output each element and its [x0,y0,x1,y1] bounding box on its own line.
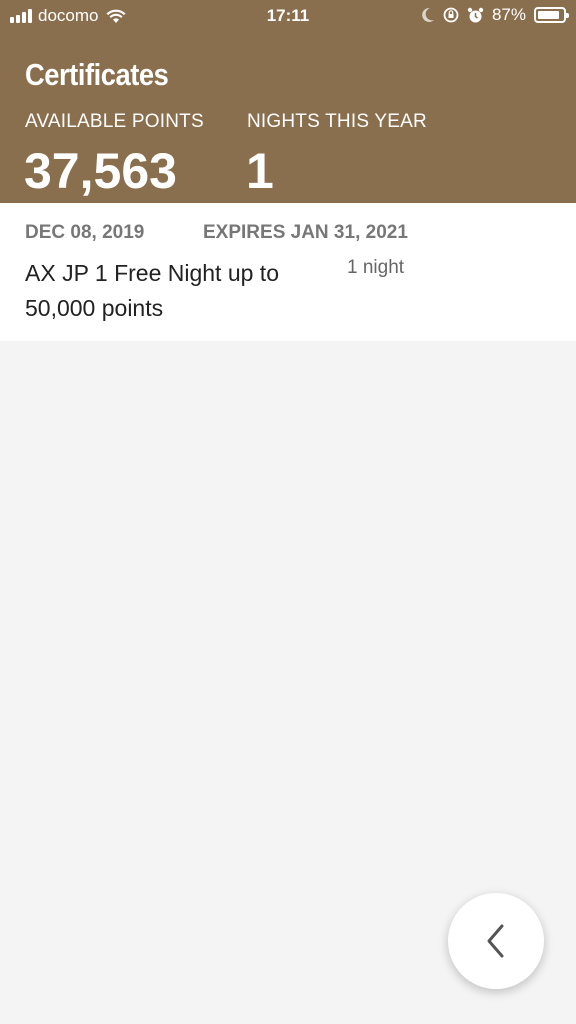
certificate-card[interactable]: DEC 08, 2019 EXPIRES JAN 31, 2021 AX JP … [0,203,576,341]
status-bar-right: 87% [421,5,569,25]
back-button[interactable] [448,893,544,989]
battery-fill [538,11,559,19]
certificate-expires: EXPIRES JAN 31, 2021 [203,222,408,243]
page-title: Certificates [25,57,169,92]
certificate-nights: 1 night [347,257,405,278]
orientation-lock-icon [443,7,459,23]
nights-this-year-value: 1 [246,143,274,199]
certificate-date: DEC 08, 2019 [25,222,145,243]
available-points-label: AVAILABLE POINTS [25,111,204,132]
battery-icon [534,7,569,23]
alarm-icon [467,7,484,22]
chevron-left-icon [487,924,504,958]
header: docomo 17:11 87% Certificates AVAILABLE … [0,0,576,203]
nights-this-year-label: NIGHTS THIS YEAR [247,111,427,132]
status-bar: docomo 17:11 87% [0,0,576,34]
available-points-value: 37,563 [24,143,177,199]
certificate-name: AX JP 1 Free Night up to 50,000 points [25,260,279,321]
moon-icon [422,7,434,22]
battery-percent: 87% [491,5,526,24]
